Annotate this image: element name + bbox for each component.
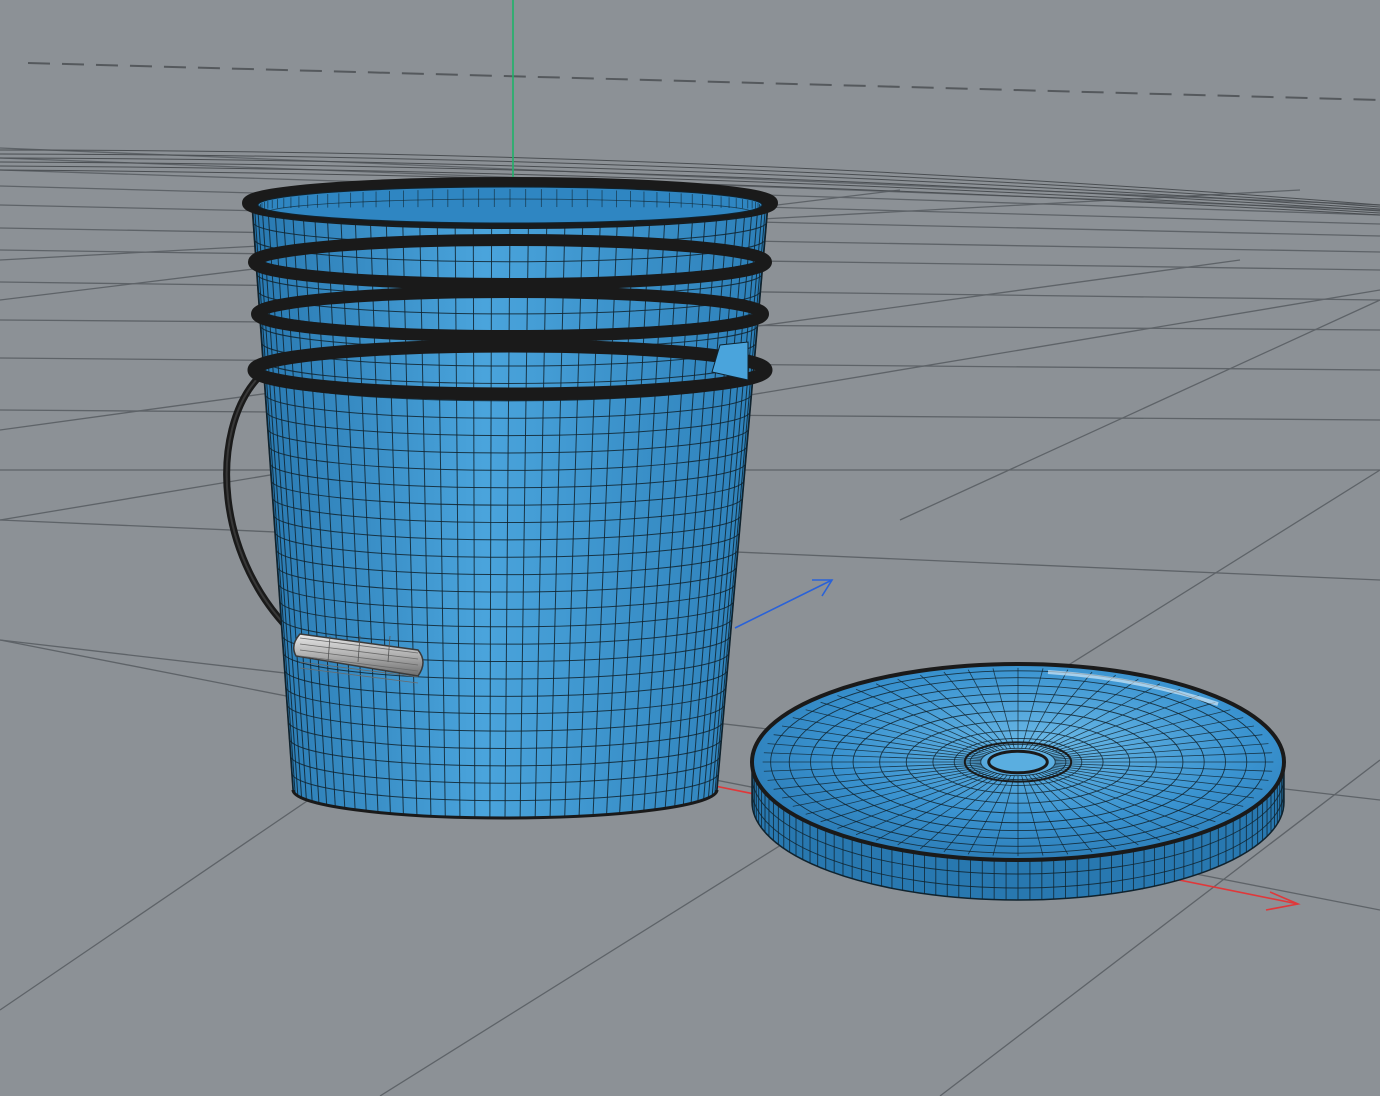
3d-viewport[interactable] xyxy=(0,0,1380,1096)
lid-wireframe xyxy=(762,667,1274,857)
bucket[interactable] xyxy=(242,177,778,820)
horizon-line xyxy=(27,62,1380,101)
z-axis xyxy=(734,579,834,629)
viewport-canvas[interactable] xyxy=(0,0,1380,1096)
bucket-lid[interactable] xyxy=(750,662,1286,901)
